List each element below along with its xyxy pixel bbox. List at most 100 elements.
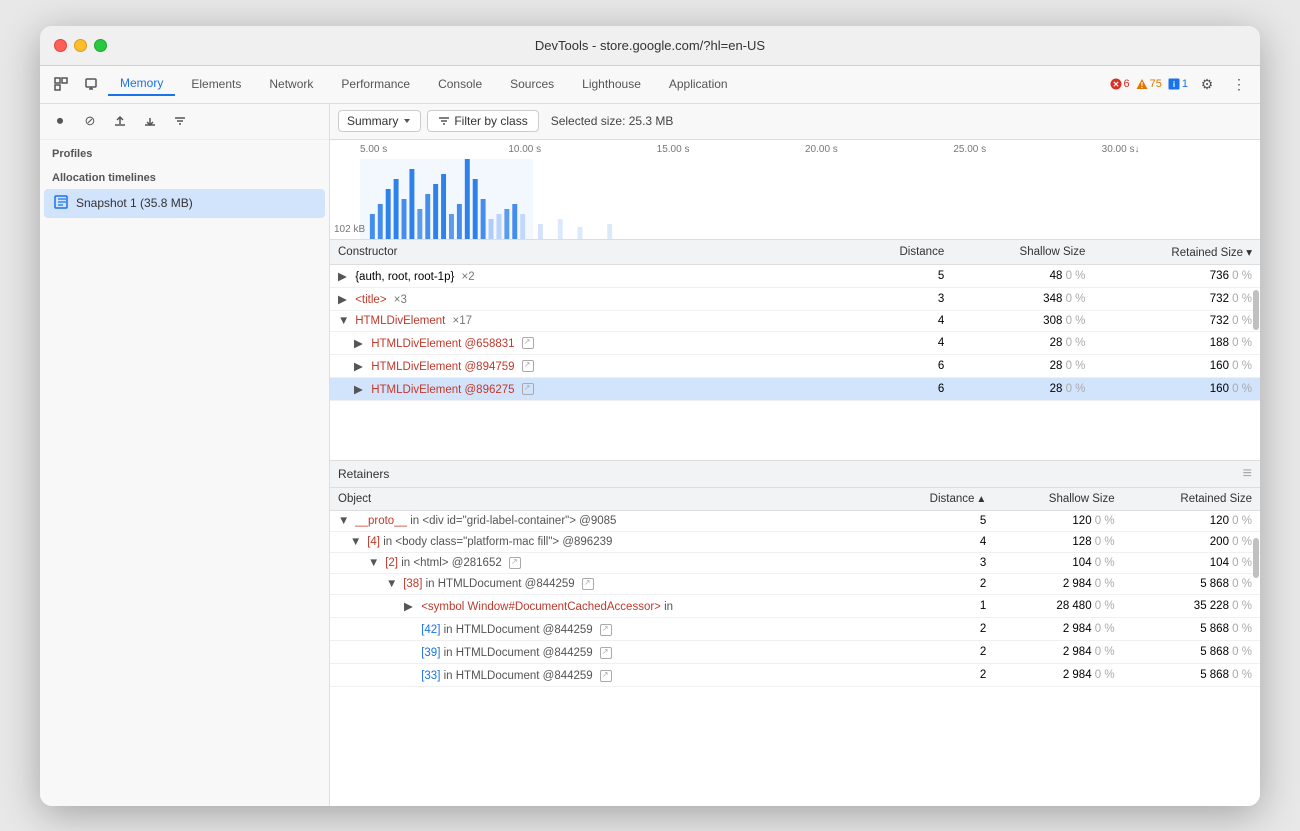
retained-val: 160 0 % (1093, 377, 1260, 400)
record-button[interactable]: ⏺ (48, 109, 72, 133)
warning-badge: ! 75 (1136, 78, 1162, 90)
col-constructor[interactable]: Constructor (330, 240, 847, 265)
window-title: DevTools - store.google.com/?hl=en-US (535, 38, 765, 53)
distance-val: 4 (847, 310, 952, 331)
tab-sources[interactable]: Sources (498, 73, 566, 95)
expand-arrow[interactable]: ▼ (350, 536, 364, 548)
device-icon[interactable] (78, 71, 104, 97)
titlebar: DevTools - store.google.com/?hl=en-US (40, 26, 1260, 66)
count-badge: ×3 (394, 294, 407, 306)
node-link-icon[interactable] (600, 647, 612, 659)
close-button[interactable] (54, 39, 67, 52)
col-shallow[interactable]: Shallow Size (952, 240, 1093, 265)
snapshot-item[interactable]: Snapshot 1 (35.8 MB) (44, 189, 325, 218)
object-name: [4] (367, 536, 380, 548)
constructor-scrollbar[interactable] (1252, 240, 1260, 460)
expand-arrow[interactable]: ▼ (338, 515, 352, 527)
col-retained[interactable]: Retained Size ▾ (1093, 240, 1260, 265)
count-badge: ×17 (453, 315, 473, 327)
node-link-icon[interactable] (522, 383, 534, 395)
node-link-icon[interactable] (600, 670, 612, 682)
distance-val: 2 (880, 663, 994, 686)
table-row[interactable]: ▶ [33] in HTMLDocument @844259 2 2 984 0… (330, 663, 1260, 686)
col-retained-r[interactable]: Retained Size (1123, 488, 1260, 511)
col-distance[interactable]: Distance (847, 240, 952, 265)
summary-dropdown[interactable]: Summary (338, 110, 421, 132)
table-row[interactable]: ▼ [38] in HTMLDocument @844259 2 2 984 0… (330, 573, 1260, 594)
minimize-button[interactable] (74, 39, 87, 52)
svg-text:✕: ✕ (1112, 80, 1119, 89)
shallow-val: 2 984 0 % (994, 640, 1122, 663)
table-row[interactable]: ▶ HTMLDivElement @658831 4 28 0 % 188 0 … (330, 331, 1260, 354)
more-icon[interactable]: ⋮ (1226, 71, 1252, 97)
col-object[interactable]: Object (330, 488, 880, 511)
maximize-button[interactable] (94, 39, 107, 52)
node-link-icon[interactable] (522, 337, 534, 349)
chart-ticks: 5.00 s 10.00 s 15.00 s 20.00 s 25.00 s 3… (360, 144, 1250, 155)
filter-sidebar-button[interactable] (168, 109, 192, 133)
constructor-name: HTMLDivElement @894759 (371, 361, 514, 373)
distance-val: 5 (847, 264, 952, 287)
table-row[interactable]: ▼ __proto__ in <div id="grid-label-conta… (330, 510, 1260, 531)
expand-arrow[interactable]: ▶ (338, 292, 352, 306)
distance-val: 5 (880, 510, 994, 531)
scrollbar-thumb[interactable] (1253, 290, 1259, 330)
tab-memory[interactable]: Memory (108, 72, 175, 96)
expand-arrow[interactable]: ▶ (404, 599, 418, 613)
settings-icon[interactable]: ⚙ (1194, 71, 1220, 97)
node-link-icon[interactable] (600, 624, 612, 636)
table-row[interactable]: ▶ [39] in HTMLDocument @844259 2 2 984 0… (330, 640, 1260, 663)
download-button[interactable] (138, 109, 162, 133)
col-shallow-r[interactable]: Shallow Size (994, 488, 1122, 511)
table-row[interactable]: ▶ HTMLDivElement @894759 6 28 0 % 160 0 … (330, 354, 1260, 377)
table-row[interactable]: ▶ {auth, root, root-1p} ×2 5 48 0 % 736 … (330, 264, 1260, 287)
filter-by-class-button[interactable]: Filter by class (427, 110, 538, 132)
table-row[interactable]: ▼ HTMLDivElement ×17 4 308 0 % 732 0 % (330, 310, 1260, 331)
inspect-icon[interactable] (48, 71, 74, 97)
snapshot-icon (54, 194, 70, 213)
upload-button[interactable] (108, 109, 132, 133)
expand-arrow[interactable]: ▼ (386, 578, 400, 590)
profiles-label: Profiles (40, 140, 329, 164)
node-link-icon[interactable] (509, 557, 521, 569)
tab-lighthouse[interactable]: Lighthouse (570, 73, 653, 95)
table-row[interactable]: ▼ [2] in <html> @281652 3 104 0 % 104 0 … (330, 552, 1260, 573)
retainers-section-header: Retainers ≡ (330, 460, 1260, 488)
main-toolbar: Memory Elements Network Performance Cons… (40, 66, 1260, 104)
table-row[interactable]: ▼ [4] in <body class="platform-mac fill"… (330, 531, 1260, 552)
tab-elements[interactable]: Elements (179, 73, 253, 95)
expand-arrow[interactable]: ▶ (338, 269, 352, 283)
svg-text:i: i (1173, 80, 1175, 89)
tab-performance[interactable]: Performance (329, 73, 422, 95)
selected-size-label: Selected size: 25.3 MB (551, 114, 674, 128)
retainers-menu-icon[interactable]: ≡ (1243, 466, 1252, 482)
object-name: [38] (403, 578, 422, 590)
node-link-icon[interactable] (522, 360, 534, 372)
stop-button[interactable]: ⊘ (78, 109, 102, 133)
table-row[interactable]: ▶ [42] in HTMLDocument @844259 2 2 984 0… (330, 617, 1260, 640)
scrollbar-thumb[interactable] (1253, 538, 1259, 578)
retainers-table-container: Object Distance▲ Shallow Size Retained S… (330, 488, 1260, 806)
tab-network[interactable]: Network (257, 73, 325, 95)
shallow-val: 48 0 % (952, 264, 1093, 287)
expand-arrow[interactable]: ▶ (354, 359, 368, 373)
sidebar-toolbar: ⏺ ⊘ (40, 104, 329, 140)
retained-val: 120 0 % (1123, 510, 1260, 531)
table-row[interactable]: ▶ <symbol Window#DocumentCachedAccessor>… (330, 594, 1260, 617)
col-distance-r[interactable]: Distance▲ (880, 488, 994, 511)
error-badge: ✕ 6 (1110, 78, 1130, 90)
retained-val: 160 0 % (1093, 354, 1260, 377)
expand-arrow[interactable]: ▶ (354, 336, 368, 350)
tab-application[interactable]: Application (657, 73, 740, 95)
table-row-selected[interactable]: ▶ HTMLDivElement @896275 6 28 0 % 160 0 … (330, 377, 1260, 400)
distance-val: 1 (880, 594, 994, 617)
node-link-icon[interactable] (582, 578, 594, 590)
table-row[interactable]: ▶ <title> ×3 3 348 0 % 732 0 % (330, 287, 1260, 310)
timeline-chart[interactable]: 5.00 s 10.00 s 15.00 s 20.00 s 25.00 s 3… (330, 140, 1260, 240)
expand-arrow[interactable]: ▼ (338, 315, 352, 327)
expand-arrow[interactable]: ▶ (354, 382, 368, 396)
expand-arrow[interactable]: ▼ (368, 557, 382, 569)
retainers-scrollbar[interactable] (1252, 488, 1260, 806)
tab-console[interactable]: Console (426, 73, 494, 95)
shallow-val: 120 0 % (994, 510, 1122, 531)
